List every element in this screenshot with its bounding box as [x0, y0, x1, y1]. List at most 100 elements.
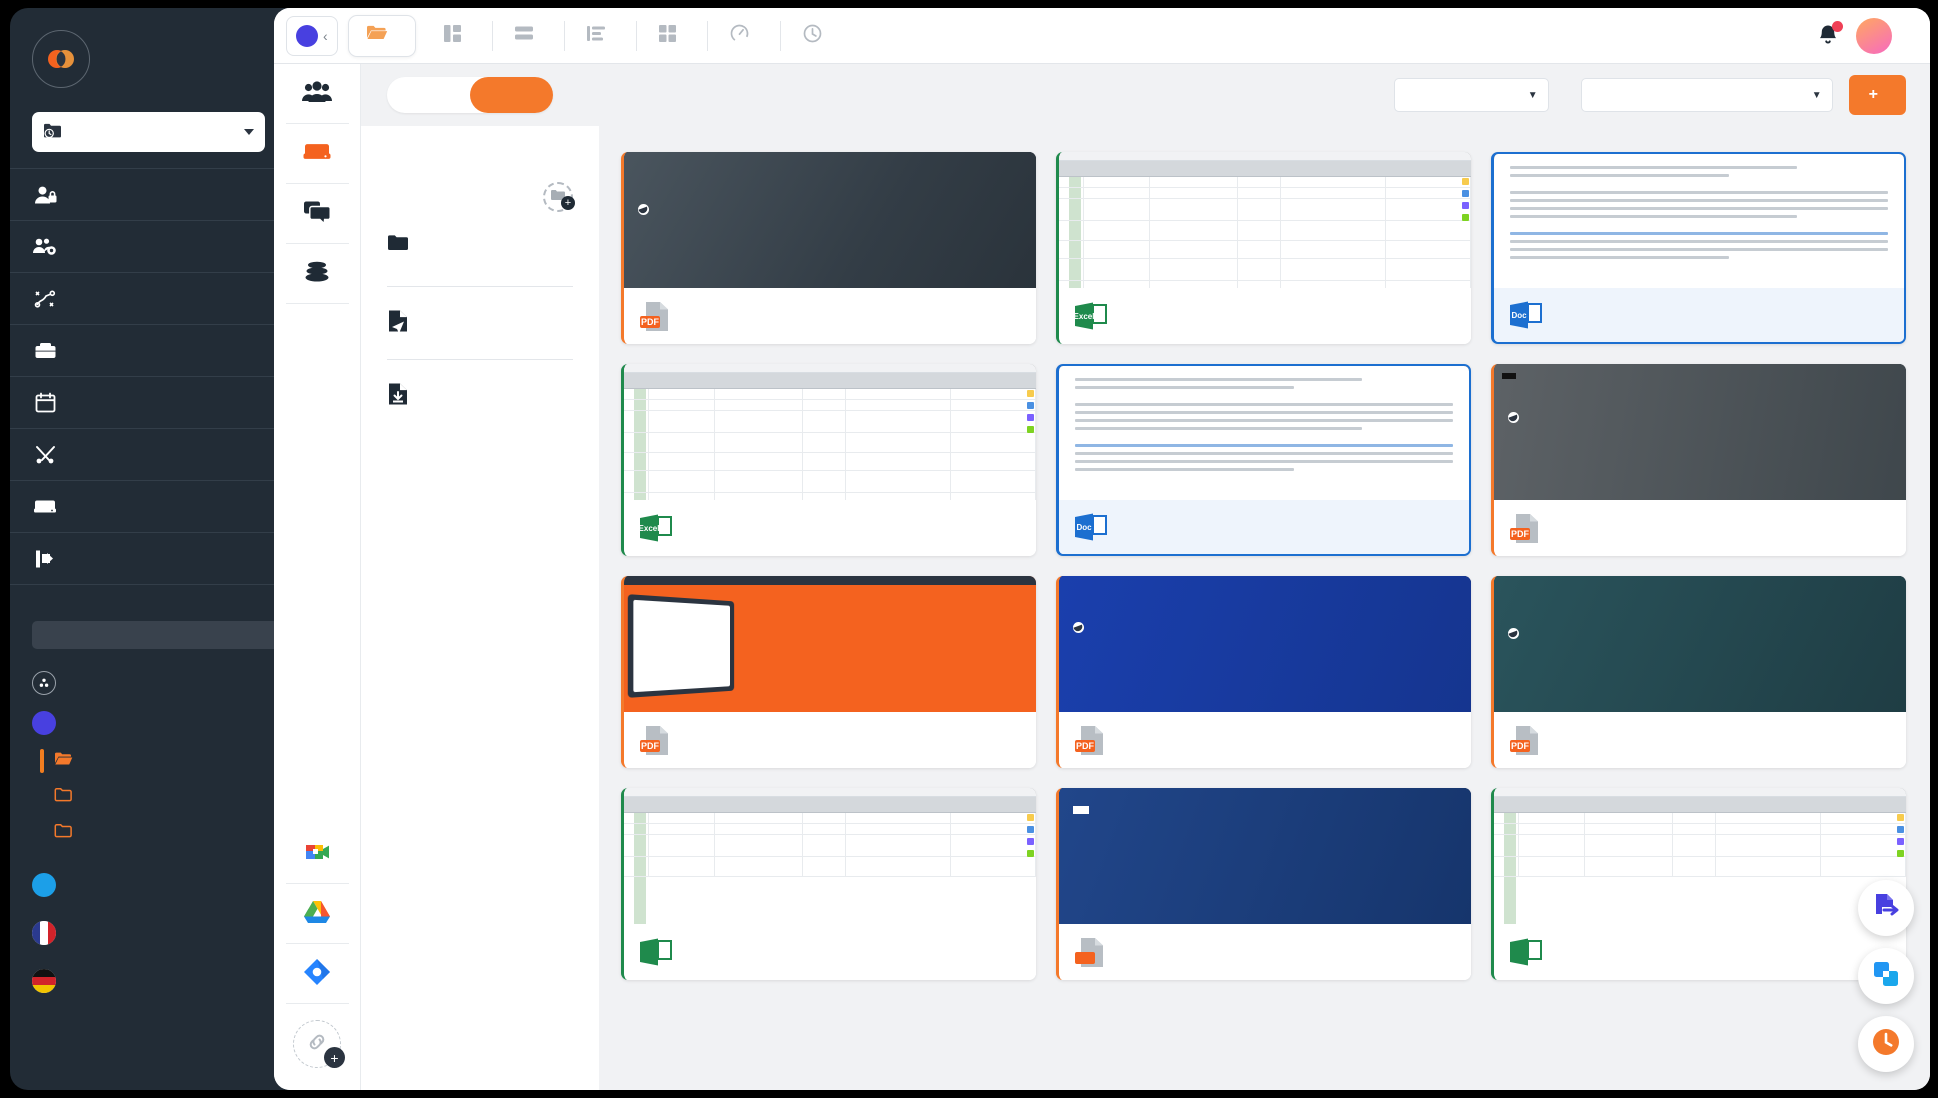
add-folder-button[interactable]: +: [543, 182, 575, 212]
time-fab[interactable]: [1858, 1016, 1914, 1072]
documents-grid: PDF Excel Doc Excel Doc PDF PDF PDF PDF: [621, 152, 1906, 980]
thumb-brand: [1508, 628, 1894, 639]
filter-select[interactable]: ▼: [1580, 78, 1833, 112]
people-gear-icon: [32, 237, 58, 257]
svg-text:Doc: Doc: [1511, 311, 1527, 320]
rail-item-jira[interactable]: [285, 944, 349, 1004]
document-thumbnail: [1494, 154, 1904, 288]
excel-icon: Excel: [1071, 298, 1111, 334]
thumb-brand: [1073, 622, 1459, 633]
briefcase-icon: [32, 341, 58, 360]
document-card[interactable]: PDF: [1491, 364, 1906, 556]
folder-icon: [54, 823, 73, 843]
comptes-rendus-link[interactable]: [361, 287, 599, 359]
svg-text:Doc: Doc: [1076, 523, 1092, 532]
time-icon: [1871, 1027, 1901, 1062]
rail-item-documents[interactable]: [285, 124, 349, 184]
pdf-icon: [1071, 934, 1111, 970]
avatar[interactable]: [1856, 17, 1892, 54]
thumb-device: [627, 594, 735, 698]
pdf-icon: PDF: [1506, 722, 1546, 758]
document-thumbnail: [1494, 576, 1906, 712]
plus-icon: +: [561, 196, 575, 210]
excel-icon: [636, 934, 676, 970]
user-lock-icon: [32, 185, 58, 205]
document-card[interactable]: PDF: [621, 576, 1036, 768]
top-bar: ‹: [274, 8, 1930, 64]
top-bar-right: [1816, 17, 1930, 54]
document-thumbnail: [1059, 152, 1471, 288]
documents-icon: [32, 498, 58, 515]
folder-item[interactable]: [361, 212, 599, 256]
folder-icon: [387, 234, 409, 256]
svg-text:PDF: PDF: [641, 317, 660, 327]
project-switcher[interactable]: ‹: [286, 15, 338, 56]
rail-item-discussions[interactable]: [285, 184, 349, 244]
document-thumbnail: [1494, 788, 1906, 924]
view-mode-grille[interactable]: [470, 77, 553, 113]
tab-suivi-activite[interactable]: [779, 20, 853, 51]
document-card[interactable]: [1056, 788, 1471, 980]
thumb-brand: [1508, 412, 1894, 423]
document-card[interactable]: PDF: [621, 152, 1036, 344]
folder-open-icon: [54, 751, 73, 771]
export-icon: [32, 549, 58, 569]
report-send-icon: [387, 309, 409, 337]
tab-charge[interactable]: [706, 20, 780, 51]
tab-tableau[interactable]: [635, 20, 707, 51]
svg-text:PDF: PDF: [1076, 741, 1095, 751]
document-card[interactable]: Doc: [1056, 364, 1471, 556]
document-card[interactable]: Excel: [1056, 152, 1471, 344]
rail-item-budget[interactable]: [285, 244, 349, 304]
document-card[interactable]: Doc: [1491, 152, 1906, 344]
rail-item-meet[interactable]: [285, 824, 349, 884]
document-card[interactable]: [1491, 788, 1906, 980]
google-drive-icon: [286, 897, 349, 927]
document-caption: [1059, 924, 1471, 980]
rail-item-equipe[interactable]: [285, 64, 349, 124]
all-folders-row: +: [361, 182, 599, 212]
pdf-icon: PDF: [636, 722, 676, 758]
svg-text:Excel: Excel: [639, 524, 660, 533]
document-card[interactable]: Excel: [621, 364, 1036, 556]
documents-grid-wrapper: PDF Excel Doc Excel Doc PDF PDF PDF PDF: [599, 126, 1930, 1090]
folder-open-icon: [366, 24, 388, 47]
document-caption: [1494, 924, 1906, 980]
pdf-icon: PDF: [636, 298, 676, 334]
tab-gantt[interactable]: [563, 20, 636, 51]
notifications-button[interactable]: [1816, 20, 1843, 49]
flag-de-icon: [32, 969, 56, 993]
tab-synthese[interactable]: [422, 21, 492, 51]
rail-item-drive[interactable]: [285, 884, 349, 944]
project-avatar: [296, 24, 318, 47]
sort-select[interactable]: ▼: [1393, 78, 1549, 112]
gantt-icon: [586, 25, 605, 46]
thumb-logo: [1502, 373, 1516, 379]
document-caption: PDF: [624, 288, 1036, 344]
document-card[interactable]: PDF: [1491, 576, 1906, 768]
planzone-logo-icon: [32, 30, 90, 88]
duplicate-icon: [1872, 960, 1900, 993]
pdf-icon: PDF: [1071, 722, 1111, 758]
add-integration-button[interactable]: +: [293, 1020, 345, 1068]
flash-reports-link[interactable]: [361, 360, 599, 432]
duplicate-fab[interactable]: [1858, 948, 1914, 1004]
add-document-button[interactable]: +: [1848, 75, 1906, 115]
tab-listes[interactable]: [491, 20, 564, 51]
tab-marketing[interactable]: [347, 14, 416, 57]
document-card[interactable]: [621, 788, 1036, 980]
document-thumbnail: [624, 576, 1036, 712]
gauge-icon: [730, 24, 749, 48]
recent-projects-select[interactable]: [32, 112, 265, 152]
export-file-fab[interactable]: [1858, 880, 1914, 936]
coins-icon: [286, 257, 349, 287]
document-caption: Excel: [624, 500, 1036, 556]
chat-icon: [286, 197, 349, 227]
pdf-icon: PDF: [1506, 510, 1546, 546]
all-documents-link[interactable]: [361, 156, 599, 182]
svg-text:PDF: PDF: [641, 741, 660, 751]
thumb-brand: [638, 204, 1024, 215]
module-rail: +: [274, 64, 361, 1090]
plus-icon: +: [324, 1047, 345, 1068]
document-card[interactable]: PDF: [1056, 576, 1471, 768]
